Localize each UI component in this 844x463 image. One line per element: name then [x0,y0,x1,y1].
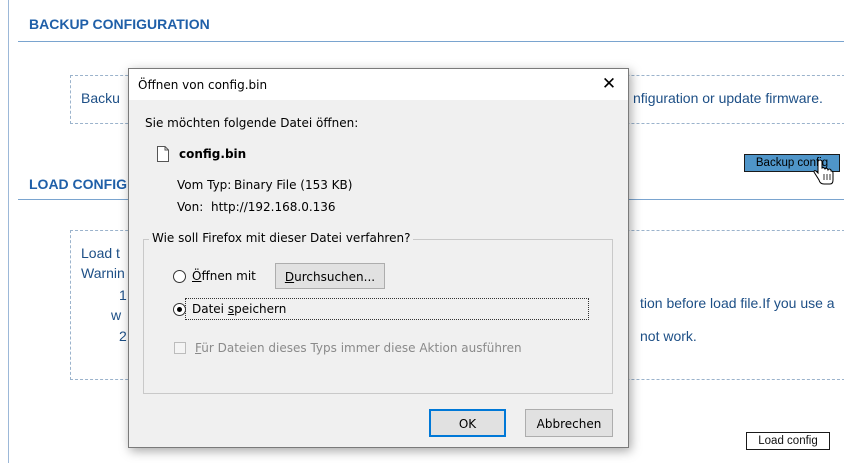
dialog-titlebar: Öffnen von config.bin ✕ [129,69,628,100]
backup-section-title: BACKUP CONFIGURATION [29,16,210,32]
load-warning-item1-continuation: w [111,307,122,323]
load-warning-item1-end: tion before load file.If you use a [640,295,835,311]
save-file-radio[interactable] [173,303,186,316]
always-do-this-label: Für Dateien dieses Typs immer diese Akti… [195,341,522,355]
load-warning-item1-number: 1 [119,287,127,303]
hand-cursor-icon [813,160,834,185]
load-section-title: LOAD CONFIG [29,176,127,192]
dialog-prompt: Sie möchten folgende Datei öffnen: [145,116,359,130]
file-type-value: Binary File (153 KB) [234,178,353,192]
dialog-title: Öffnen von config.bin [138,78,268,92]
download-dialog: Öffnen von config.bin ✕ Sie möchten folg… [128,68,629,448]
cancel-button[interactable]: Abbrechen [525,409,613,437]
always-do-this-checkbox[interactable] [174,342,186,354]
action-group-label: Wie soll Firefox mit dieser Datei verfah… [149,231,414,245]
load-description-line1: Load t [81,245,120,261]
load-warning-label: Warnin [81,265,125,281]
open-with-label[interactable]: Öffnen mit [192,269,256,283]
file-name: config.bin [179,147,247,161]
backup-description-start: Backu [81,90,120,106]
file-source-label: Von: [177,200,204,214]
backup-description-end: nfiguration or update firmware. [633,90,823,106]
save-file-label[interactable]: Datei speichern [192,302,286,316]
radio-selected-dot [177,307,182,312]
ok-button[interactable]: OK [429,409,506,437]
file-type-label: Vom Typ: [177,178,232,192]
backup-section-rule [18,41,844,42]
open-with-radio[interactable] [173,270,186,283]
close-icon[interactable]: ✕ [600,74,618,94]
browse-button[interactable]: Durchsuchen... [275,263,385,289]
load-warning-item2-end: not work. [640,328,697,344]
load-warning-item2-number: 2 [119,328,127,344]
file-icon [157,146,169,162]
load-config-button[interactable]: Load config [746,432,830,450]
file-source-value: http://192.168.0.136 [211,200,336,214]
